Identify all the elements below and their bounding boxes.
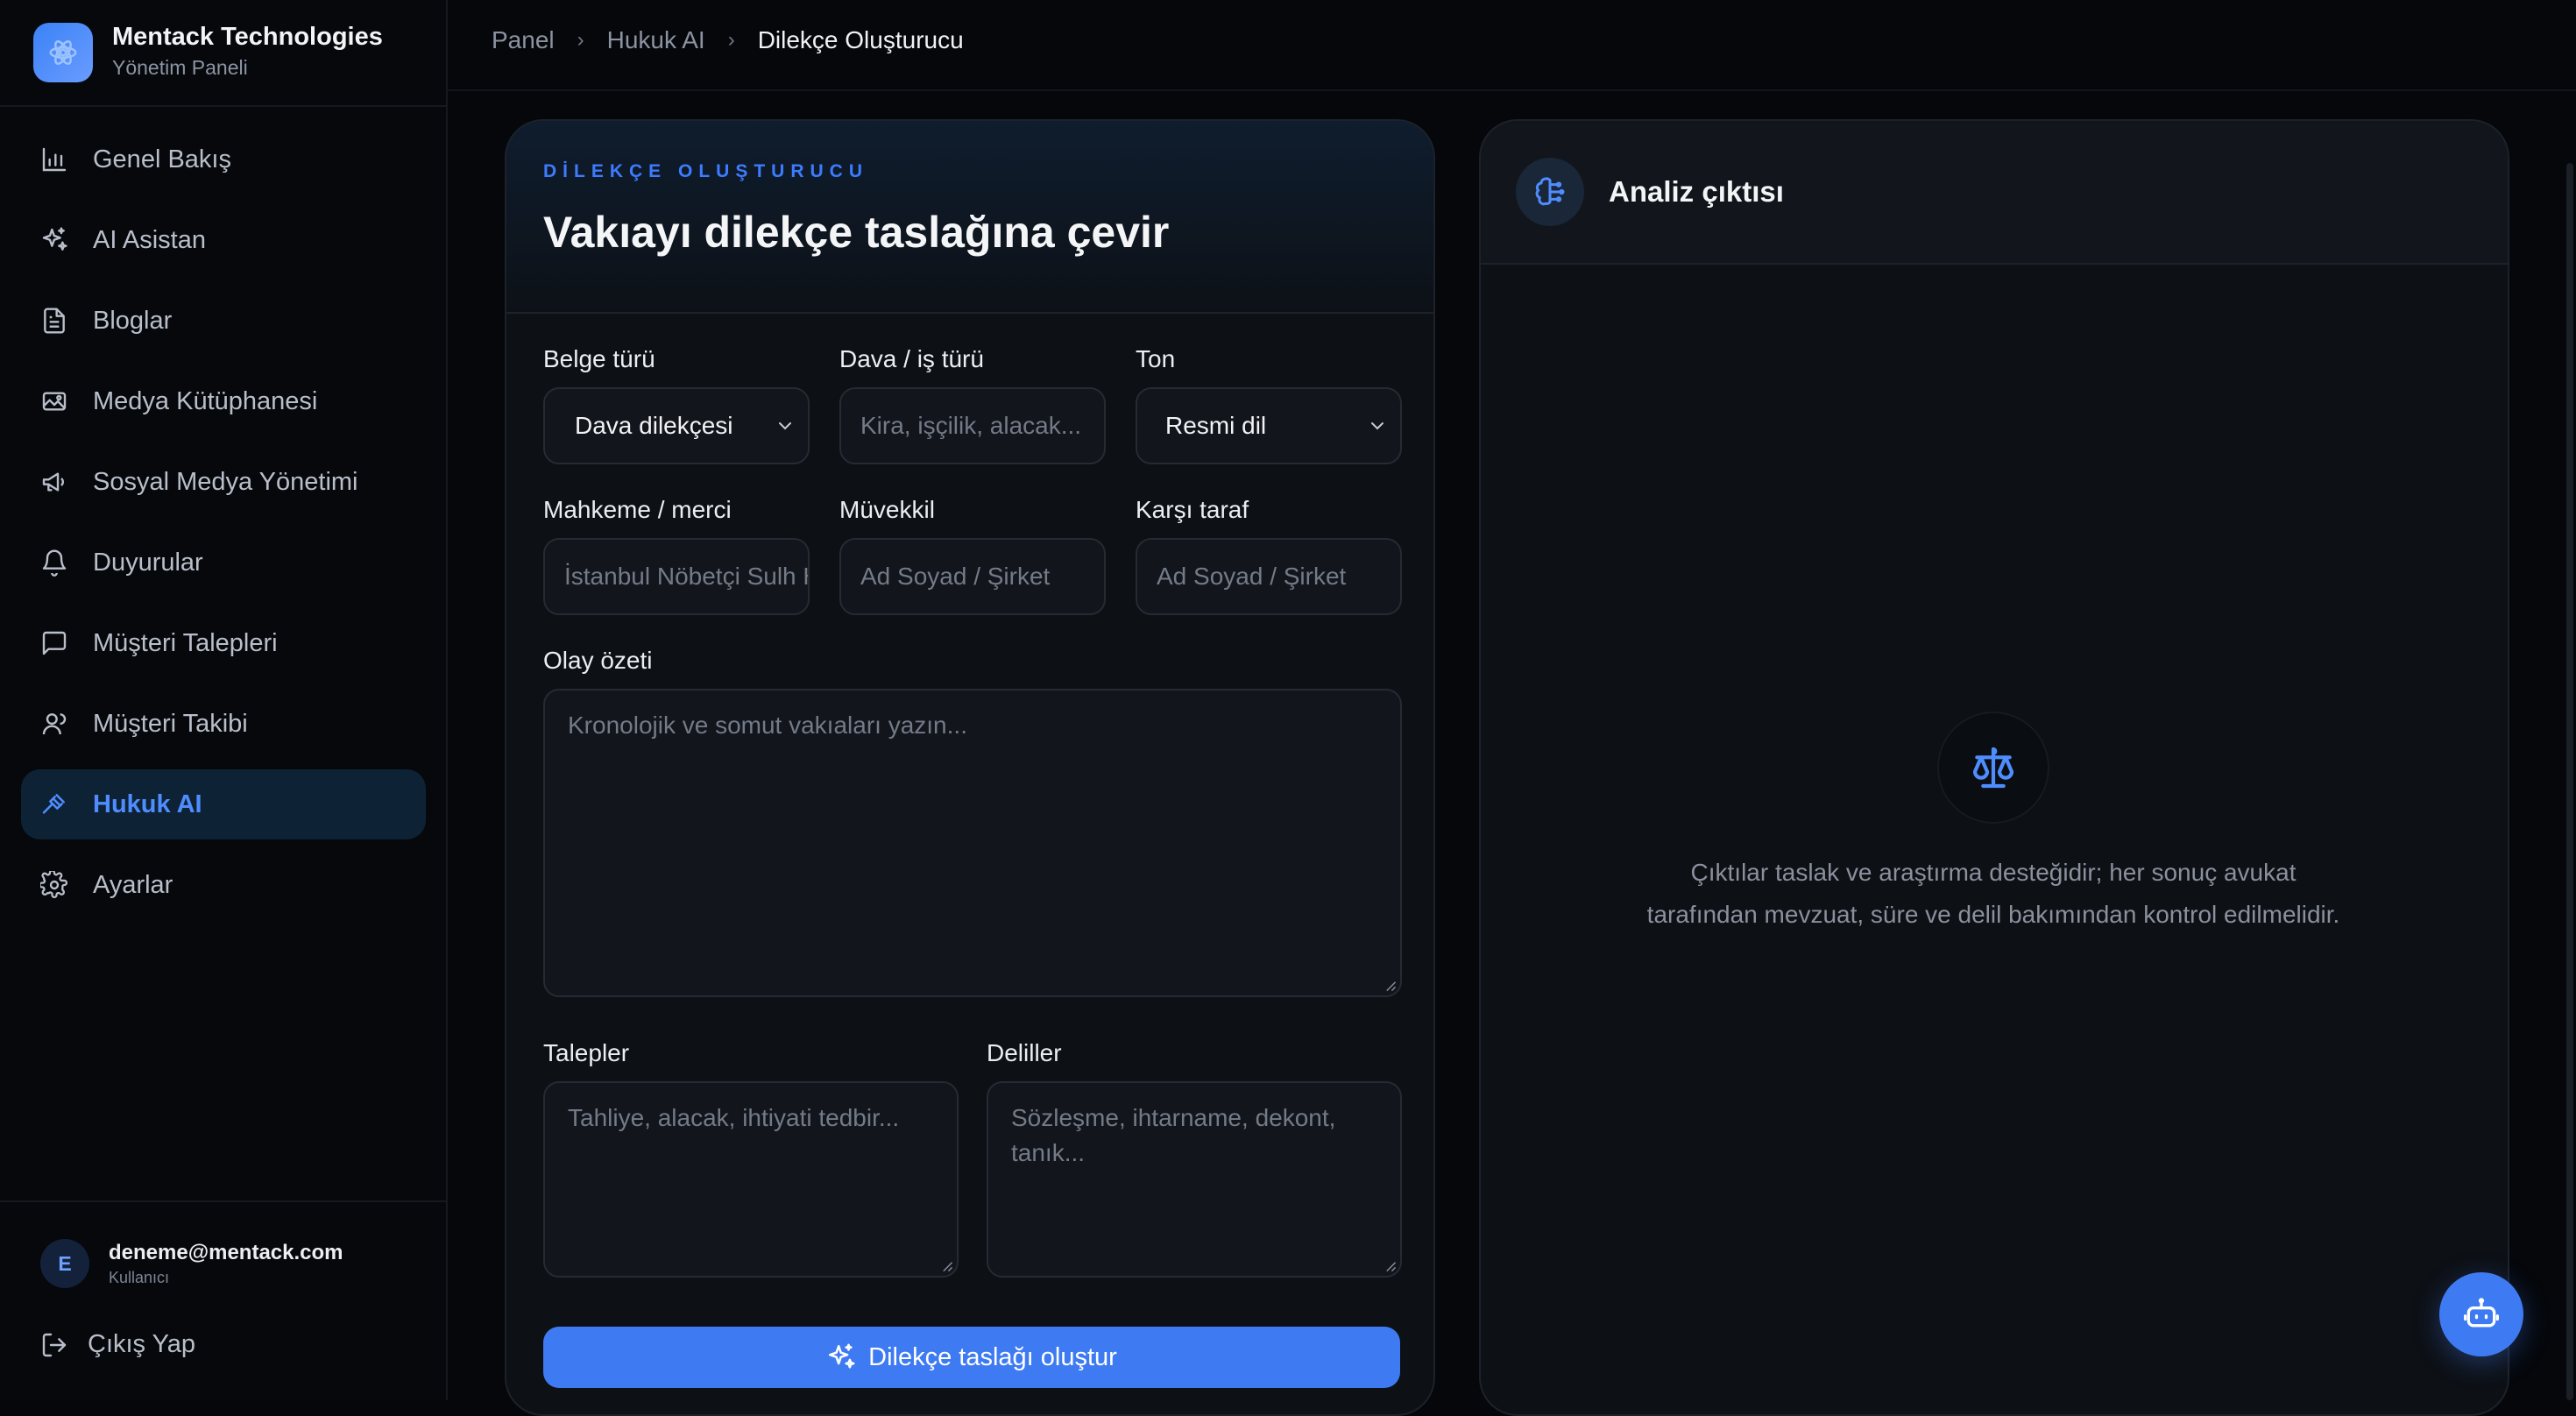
analysis-output-card: Analiz çıktısı Çıktılar taslak ve araştı… [1479,119,2509,1416]
sidebar: Mentack Technologies Yönetim Paneli Gene… [0,0,448,1400]
breadcrumb: Panel › Hukuk AI › Dilekçe Oluşturucu [492,26,964,54]
sidebar-item-label: Hukuk AI [93,789,202,818]
evidence-label: Deliller [987,1039,1062,1066]
sidebar-item-bloglar[interactable]: Bloglar [21,286,426,356]
generate-petition-button[interactable]: Dilekçe taslağı oluştur [543,1327,1400,1388]
sidebar-item-ai-asistan[interactable]: AI Asistan [21,205,426,275]
users-icon [42,713,67,735]
sparkles-icon [829,1343,855,1369]
sidebar-item-label: Müşteri Takibi [93,709,248,738]
form-title: Vakıayı dilekçe taslağına çevir [543,208,1170,257]
client-input[interactable]: Ad Soyad / Şirket [839,538,1106,615]
megaphone-icon [42,472,64,492]
document-type-value: Dava dilekçesi [575,412,733,439]
breadcrumb-current: Dilekçe Oluşturucu [757,26,964,53]
demands-textarea[interactable]: Tahliye, alacak, ihtiyati tedbir... [543,1081,959,1278]
sidebar-item-hukuk-ai[interactable]: Hukuk AI [21,769,426,839]
court-input[interactable]: İstanbul Nöbetçi Sulh Hukuk Mahkemesi [543,538,810,615]
case-type-input[interactable]: Kira, işçilik, alacak... [839,387,1106,464]
breadcrumb-panel[interactable]: Panel [492,26,555,54]
resize-handle-icon[interactable] [1384,980,1397,992]
resize-handle-icon[interactable] [941,1260,953,1272]
bar-chart-icon [42,147,67,172]
bell-icon [42,549,67,577]
bot-icon [2464,1298,2499,1328]
sidebar-item-label: Medya Kütüphanesi [93,386,318,415]
brand-subtitle: Yönetim Paneli [112,56,248,79]
sidebar-item-sosyal-medya[interactable]: Sosyal Medya Yönetimi [21,447,426,517]
resize-handle-icon[interactable] [1384,1260,1397,1272]
sidebar-item-label: Ayarlar [93,870,173,899]
brand-header: Mentack Technologies Yönetim Paneli [0,0,446,107]
sidebar-item-musteri-talepleri[interactable]: Müşteri Talepleri [21,608,426,678]
avatar[interactable]: E [40,1239,89,1288]
sidebar-item-medya-kutuphanesi[interactable]: Medya Kütüphanesi [21,366,426,436]
sidebar-item-label: Duyurular [93,548,203,577]
top-bar: Panel › Hukuk AI › Dilekçe Oluşturucu [448,0,2576,91]
brand-name: Mentack Technologies [112,23,383,51]
chevron-down-icon [779,422,791,430]
sidebar-item-label: AI Asistan [93,225,206,254]
opponent-input[interactable]: Ad Soyad / Şirket [1136,538,1402,615]
message-icon [42,631,67,655]
sidebar-item-label: Genel Bakış [93,145,231,173]
scale-icon [1937,712,2049,824]
client-label: Müvekkil [839,496,935,523]
document-type-label: Belge türü [543,345,655,372]
output-empty-message: Çıktılar taslak ve araştırma desteğidir;… [1646,859,2340,928]
sidebar-item-ayarlar[interactable]: Ayarlar [21,850,426,920]
user-role: Kullanıcı [109,1269,170,1286]
page-scrollbar[interactable] [2566,163,2573,1400]
tone-select[interactable]: Resmi dil [1136,387,1402,464]
summary-placeholder: Kronolojik ve somut vakıaları yazın... [568,712,967,739]
sidebar-item-label: Müşteri Talepleri [93,628,278,657]
opponent-label: Karşı taraf [1136,496,1249,523]
summary-label: Olay özeti [543,647,653,674]
ai-chat-fab-button[interactable] [2439,1272,2523,1356]
court-label: Mahkeme / merci [543,496,732,523]
sidebar-nav: Genel Bakış AI Asistan Bloglar Medya Küt… [21,124,426,931]
output-title: Analiz çıktısı [1609,175,1784,208]
form-eyebrow: DİLEKÇE OLUŞTURUCU [543,161,868,181]
document-icon [44,308,65,334]
chevron-down-icon [1371,422,1384,430]
document-type-select[interactable]: Dava dilekçesi [543,387,810,464]
sidebar-item-duyurular[interactable]: Duyurular [21,527,426,598]
petition-form-card: DİLEKÇE OLUŞTURUCU Vakıayı dilekçe tasla… [505,119,1435,1416]
image-icon [42,392,67,411]
sparkles-icon [42,227,67,251]
demands-placeholder: Tahliye, alacak, ihtiyati tedbir... [568,1104,900,1131]
sidebar-item-label: Sosyal Medya Yönetimi [93,467,358,496]
tone-label: Ton [1136,345,1176,372]
demands-label: Talepler [543,1039,630,1066]
summary-textarea[interactable]: Kronolojik ve somut vakıaları yazın... [543,689,1402,997]
generate-petition-label: Dilekçe taslağı oluştur [868,1342,1117,1371]
logout-icon [42,1333,67,1356]
gavel-icon [42,794,65,814]
output-header: Analiz çıktısı [1481,121,2508,265]
sidebar-item-genel-bakis[interactable]: Genel Bakış [21,124,426,195]
breadcrumb-hukuk-ai[interactable]: Hukuk AI [607,26,705,54]
brain-icon [1516,158,1584,226]
brand-logo-icon [33,23,93,82]
user-email: deneme@mentack.com [109,1241,343,1264]
chevron-right-icon: › [727,28,735,52]
gear-icon [40,871,68,899]
logout-label: Çıkış Yap [88,1330,196,1358]
form-card-header: DİLEKÇE OLUŞTURUCU Vakıayı dilekçe tasla… [506,121,1433,314]
tone-value: Resmi dil [1165,412,1267,439]
evidence-placeholder: Sözleşme, ihtarname, dekont, tanık... [1011,1104,1336,1166]
logout-button[interactable]: Çıkış Yap [40,1330,195,1359]
sidebar-item-label: Bloglar [93,306,173,335]
chevron-right-icon: › [577,28,584,52]
user-panel: E deneme@mentack.com Kullanıcı Çıkış Yap [0,1200,446,1400]
sidebar-item-musteri-takibi[interactable]: Müşteri Takibi [21,689,426,759]
case-type-label: Dava / iş türü [839,345,984,372]
evidence-textarea[interactable]: Sözleşme, ihtarname, dekont, tanık... [987,1081,1402,1278]
